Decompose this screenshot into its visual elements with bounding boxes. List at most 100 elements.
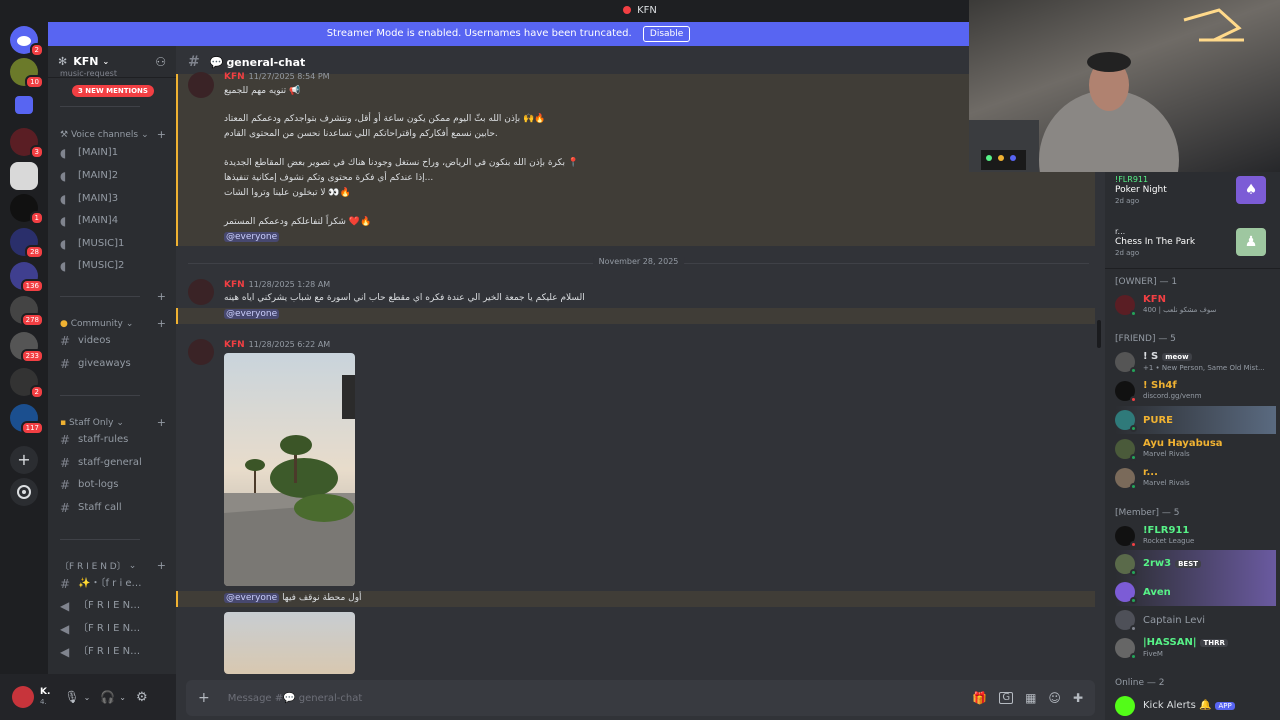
user-avatar[interactable] — [12, 686, 34, 708]
discover-icon[interactable] — [10, 478, 38, 506]
add-channel-icon[interactable]: + — [157, 317, 166, 330]
server-icon[interactable]: 233 — [10, 332, 44, 363]
channel-music-request[interactable]: music-request — [60, 68, 168, 80]
server-icon-kfn[interactable]: 3 — [10, 128, 44, 159]
member-name: Ayu Hayabusa Marvel Rivals — [1143, 438, 1223, 458]
category-voice[interactable]: ⚒ Voice channels ⌄ + — [60, 128, 166, 141]
activity-card[interactable]: r... Chess In The Park 2d ago ♟ — [1115, 222, 1276, 262]
member-item[interactable]: 2rw3 BEST — [1115, 550, 1276, 578]
disable-streamer-mode-button[interactable]: Disable — [642, 26, 691, 42]
text-channel-staff-rules[interactable]: # staff-rules — [60, 430, 168, 450]
category-community[interactable]: ● Community ⌄ + — [60, 317, 166, 330]
member-item[interactable]: PURE — [1115, 406, 1276, 434]
text-channel-staff-call[interactable]: # Staff call — [60, 498, 168, 518]
direct-messages-icon[interactable]: 2 — [10, 26, 44, 57]
channel-label: [MAIN]2 — [78, 170, 119, 181]
voice-channel[interactable]: ◖ [MUSIC]2 — [60, 256, 168, 276]
user-info[interactable]: K. 4. — [40, 687, 50, 707]
member-item[interactable]: ! Smeow +1 • New Person, Same Old Mist... — [1115, 348, 1276, 376]
member-item[interactable]: KFN 400 | سوف مشكو نلعب — [1115, 291, 1276, 319]
add-server-icon[interactable]: + — [10, 446, 38, 474]
add-category-icon[interactable]: + — [148, 290, 166, 303]
megaphone-icon: ◀ — [60, 645, 70, 659]
hash-icon: # — [60, 334, 71, 348]
category-friend[interactable]: 〔F R I E N D〕 ⌄ + — [60, 559, 166, 572]
member-item[interactable]: Kick Alerts 🔔 APP — [1115, 692, 1276, 720]
everyone-mention[interactable]: @everyone — [224, 309, 280, 319]
image-attachment[interactable] — [224, 353, 355, 586]
activity-host: !FLR911 — [1115, 174, 1149, 184]
member-item[interactable]: !FLR911 Rocket League — [1115, 522, 1276, 550]
server-icon[interactable]: 1 — [10, 194, 44, 225]
add-channel-icon[interactable]: + — [157, 416, 166, 429]
everyone-mention[interactable]: @everyone — [224, 232, 280, 242]
announcement-channel[interactable]: ◀ 〔F R I E N… — [60, 642, 168, 662]
avatar — [1115, 439, 1137, 461]
chevron-down-icon[interactable]: ⌄ — [119, 693, 126, 702]
category-label: 〔F R I E N D〕 — [60, 562, 126, 572]
server-icon[interactable]: 10 — [10, 58, 44, 89]
voice-channel[interactable]: ◖ [MAIN]3 — [60, 189, 168, 209]
server-icon[interactable] — [10, 162, 38, 190]
text-channel-videos[interactable]: # videos — [60, 331, 168, 351]
text-channel-friend[interactable]: # ✨・〔f r i e… — [60, 574, 168, 594]
message-input-placeholder[interactable]: Message #💬 general-chat — [228, 693, 363, 704]
announcement-channel[interactable]: ◀ 〔F R I E N… — [60, 596, 168, 616]
server-icon[interactable]: 117 — [10, 404, 44, 435]
voice-channel[interactable]: ◖ [MAIN]2 — [60, 166, 168, 186]
add-attachment-icon[interactable]: + — [198, 690, 210, 706]
status-dot — [1130, 597, 1137, 604]
add-channel-icon[interactable]: + — [157, 559, 166, 572]
voice-channel[interactable]: ◖ [MAIN]4 — [60, 211, 168, 231]
announcement-channel[interactable]: ◀ 〔F R I E N… — [60, 619, 168, 639]
member-tag: APP — [1215, 702, 1235, 710]
server-badge: 3 — [29, 145, 44, 159]
add-channel-icon[interactable]: + — [157, 128, 166, 141]
avatar[interactable] — [188, 339, 214, 365]
member-item[interactable]: ! Sh4f discord.gg/venm — [1115, 377, 1276, 405]
voice-channel[interactable]: ◖ [MUSIC]1 — [60, 234, 168, 254]
member-item[interactable]: Captain Levi — [1115, 606, 1276, 634]
message-author[interactable]: KFN — [224, 280, 245, 290]
sticker-icon[interactable]: ▦ — [1025, 691, 1036, 705]
voice-channel[interactable]: ◖ [MAIN]1 — [60, 143, 168, 163]
member-item[interactable]: |HASSAN| THRR FiveM — [1115, 634, 1276, 662]
message-composer: + Message #💬 general-chat 🎁 G ▦ ☺ ✚ — [176, 674, 1105, 720]
server-icon[interactable]: 278 — [10, 296, 44, 327]
apps-icon[interactable]: ✚ — [1073, 691, 1083, 705]
avatar[interactable] — [188, 279, 214, 305]
member-name: Captain Levi — [1143, 614, 1206, 626]
category-staff[interactable]: ▪ Staff Only ⌄ + — [60, 416, 166, 429]
member-item[interactable]: r... Marvel Rivals — [1115, 464, 1276, 492]
user-status: 4. — [40, 698, 47, 706]
chevron-down-icon[interactable]: ⌄ — [84, 693, 91, 702]
everyone-mention[interactable]: @everyone — [224, 593, 280, 603]
server-icon[interactable]: 136 — [10, 262, 44, 293]
message-input-box[interactable]: + Message #💬 general-chat 🎁 G ▦ ☺ ✚ — [186, 680, 1095, 716]
message-author[interactable]: KFN — [224, 72, 245, 82]
server-badge: 2 — [29, 385, 44, 399]
new-mentions-pill[interactable]: 3 NEW MENTIONS — [72, 85, 154, 97]
server-icon[interactable]: 2 — [10, 368, 44, 399]
avatar[interactable] — [188, 72, 214, 98]
message-author[interactable]: KFN — [224, 340, 245, 350]
text-channel-bot-logs[interactable]: # bot-logs — [60, 475, 168, 495]
gear-icon[interactable]: ⚙ — [136, 690, 148, 705]
microphone-icon[interactable]: 🎙 — [64, 690, 79, 704]
text-channel-staff-general[interactable]: # staff-general — [60, 453, 168, 473]
emoji-icon[interactable]: ☺ — [1048, 691, 1061, 705]
gif-icon[interactable]: G — [999, 692, 1014, 704]
status-dot — [1130, 310, 1137, 317]
activity-card[interactable]: !FLR911 Poker Night 2d ago ♠ — [1115, 172, 1276, 208]
headphones-icon[interactable]: 🎧 — [100, 690, 115, 704]
server-icon[interactable]: 28 — [10, 228, 44, 259]
gift-icon[interactable]: 🎁 — [972, 691, 987, 705]
invite-people-icon[interactable]: ⚇ — [155, 55, 166, 69]
folder-icon[interactable] — [15, 96, 33, 114]
scrollbar-thumb[interactable] — [1097, 320, 1101, 348]
member-item[interactable]: Aven — [1115, 578, 1276, 606]
text-channel-giveaways[interactable]: # giveaways — [60, 354, 168, 374]
speaker-icon: ◖ — [60, 192, 67, 206]
image-attachment[interactable] — [224, 612, 355, 674]
member-item[interactable]: Ayu Hayabusa Marvel Rivals — [1115, 435, 1276, 463]
